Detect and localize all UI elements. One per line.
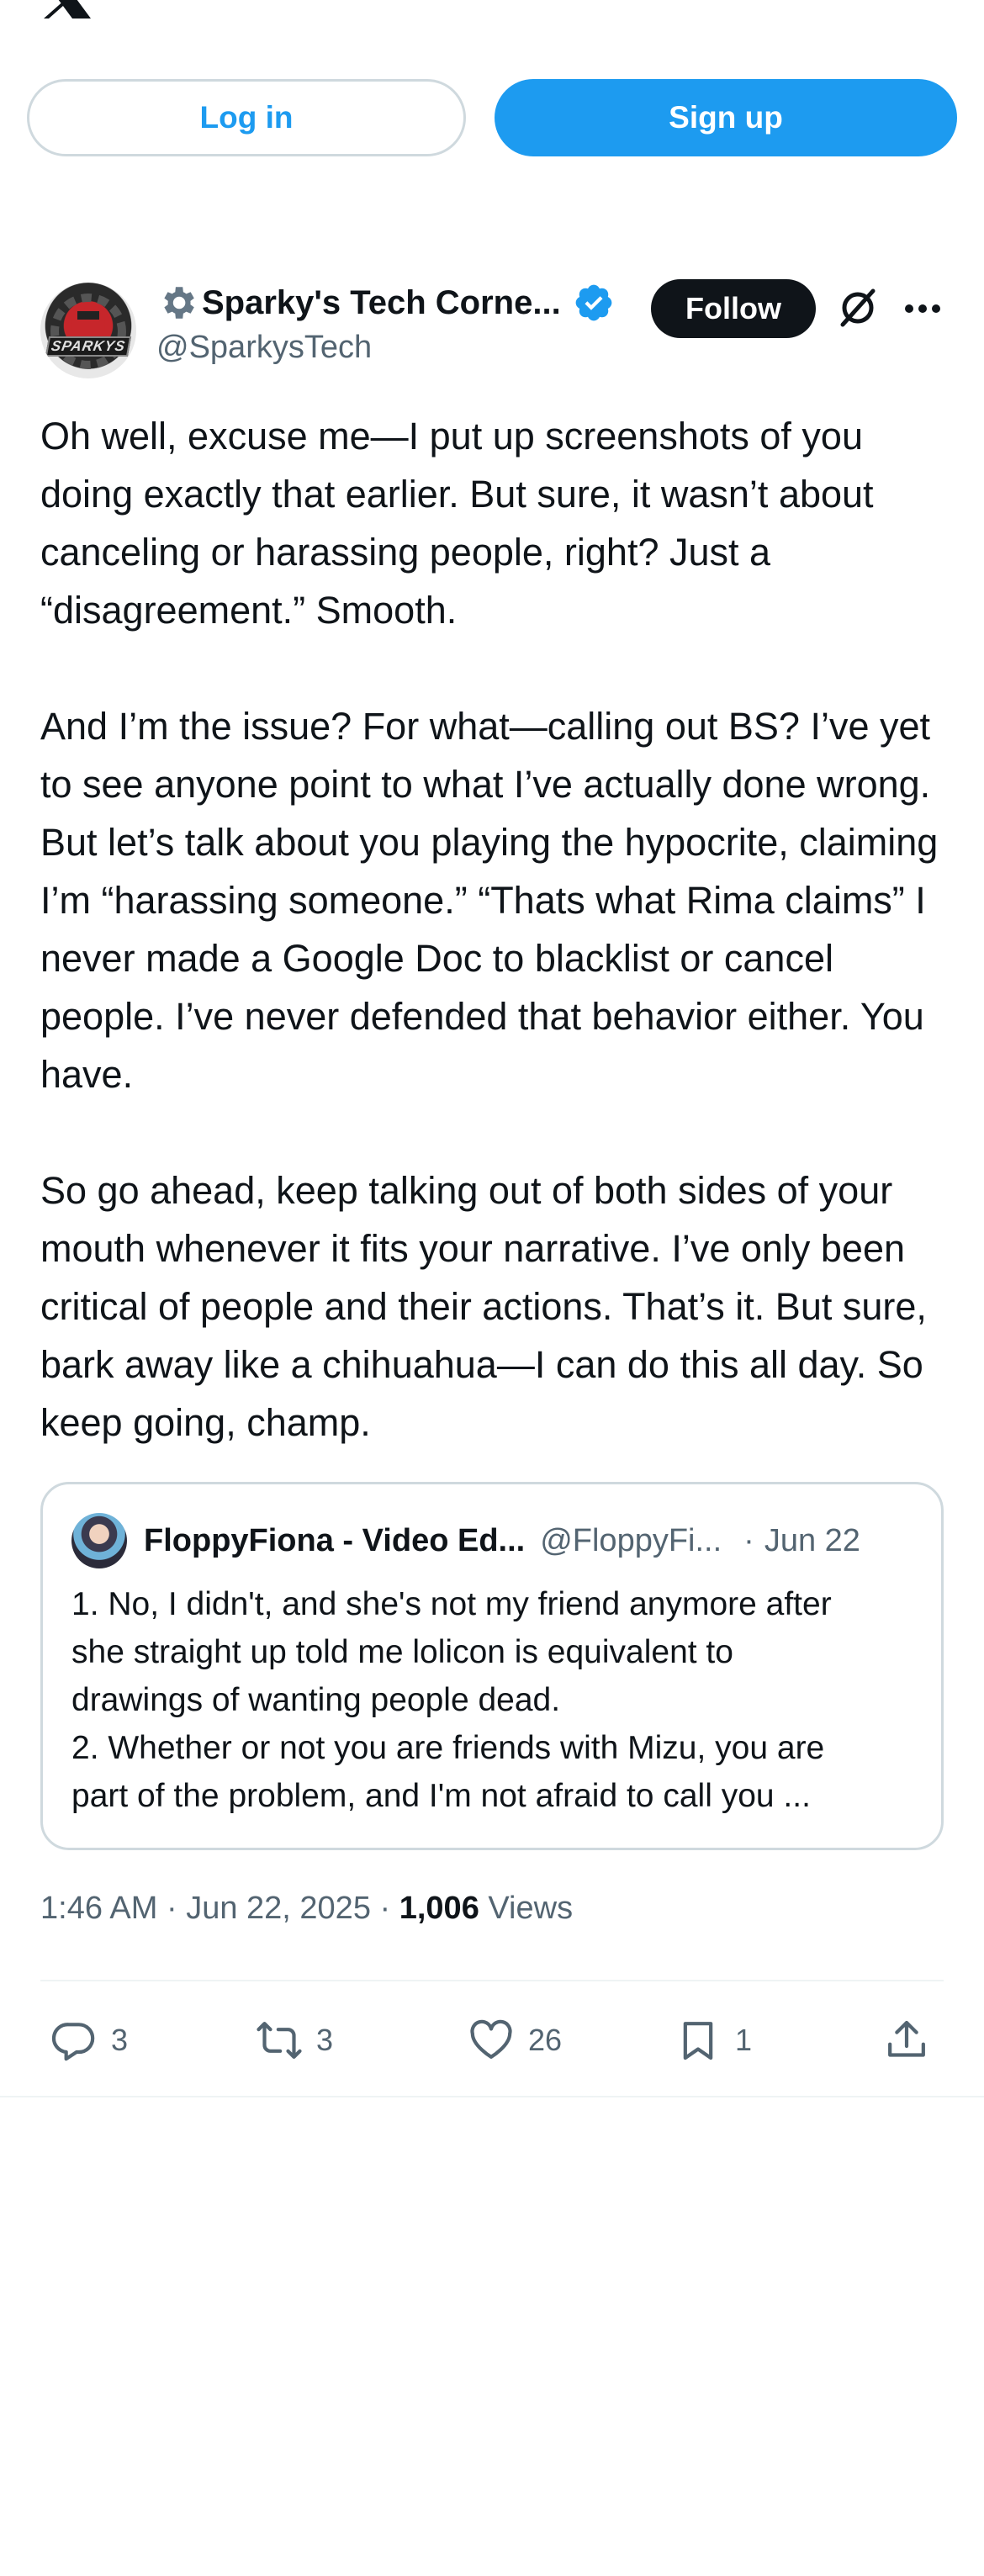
- meta-separator: ·: [157, 1891, 187, 1926]
- quoted-author-avatar: [71, 1513, 127, 1568]
- x-logo-icon[interactable]: [40, 0, 94, 19]
- quoted-tweet-header: FloppyFiona - Video Ed... @FloppyFi... ·…: [71, 1513, 921, 1568]
- quoted-author-handle: @FloppyFi...: [540, 1522, 722, 1558]
- tweet-paragraph: So go ahead, keep talking out of both si…: [40, 1169, 927, 1444]
- quoted-author-name: FloppyFiona - Video Ed...: [144, 1522, 526, 1558]
- grok-icon[interactable]: [836, 286, 880, 330]
- share-button[interactable]: [883, 2005, 930, 2076]
- reply-icon: [51, 2023, 95, 2061]
- repost-count: 3: [316, 2023, 334, 2057]
- avatar-logo-text: SPARKYS: [45, 336, 132, 357]
- bookmark-count: 1: [735, 2023, 753, 2057]
- quoted-date: Jun 22: [764, 1522, 860, 1558]
- like-count: 26: [528, 2023, 563, 2057]
- author-display-name[interactable]: Sparky's Tech Corne...: [202, 284, 561, 322]
- quoted-tweet-text: 1. No, I didn't, and she's not my friend…: [71, 1580, 918, 1820]
- quoted-line: drawings of wanting people dead.: [71, 1682, 561, 1718]
- quoted-tweet[interactable]: FloppyFiona - Video Ed... @FloppyFi... ·…: [40, 1482, 944, 1850]
- quoted-line: 2. Whether or not you are friends with M…: [71, 1730, 825, 1766]
- tweet-meta: 1:46 AM · Jun 22, 2025 · 1,006 Views: [40, 1891, 573, 1927]
- repost-icon: [257, 2022, 302, 2059]
- tweet-paragraph: And I’m the issue? For what—calling out …: [40, 705, 939, 1096]
- bookmark-button[interactable]: 1: [675, 2005, 752, 2076]
- quoted-separator: ·: [743, 1522, 754, 1558]
- repost-button[interactable]: 3: [256, 2005, 333, 2076]
- more-options-icon[interactable]: [903, 296, 942, 321]
- quoted-line: part of the problem, and I'm not afraid …: [71, 1778, 811, 1814]
- auth-bar: Log in Sign up: [27, 79, 957, 156]
- quoted-line: she straight up told me lolicon is equiv…: [71, 1634, 733, 1670]
- tweet-time[interactable]: 1:46 AM: [40, 1891, 157, 1926]
- avatar-gear-graphic: [50, 294, 126, 369]
- tweet-text: Oh well, excuse me—I put up screenshots …: [40, 407, 949, 1452]
- author-handle[interactable]: @SparkysTech: [156, 330, 372, 366]
- views-count: 1,006: [399, 1891, 479, 1926]
- like-button[interactable]: 26: [468, 2005, 562, 2076]
- views-label: Views: [479, 1891, 574, 1926]
- reply-button[interactable]: 3: [50, 2005, 128, 2076]
- heart-icon: [470, 2019, 512, 2059]
- share-icon: [888, 2020, 925, 2057]
- author-name-row[interactable]: Sparky's Tech Corne...: [156, 281, 615, 325]
- divider: [0, 2096, 984, 2097]
- bookmark-icon: [683, 2022, 713, 2060]
- verified-badge-icon: [575, 284, 612, 321]
- login-button[interactable]: Log in: [27, 79, 466, 156]
- tweet-paragraph: Oh well, excuse me—I put up screenshots …: [40, 415, 874, 632]
- signup-button[interactable]: Sign up: [495, 79, 957, 156]
- meta-separator: ·: [370, 1891, 399, 1926]
- divider: [40, 1980, 944, 1981]
- follow-button[interactable]: Follow: [651, 279, 816, 338]
- tweet-date[interactable]: Jun 22, 2025: [186, 1891, 371, 1926]
- gear-icon: [164, 287, 194, 319]
- quoted-line: 1. No, I didn't, and she's not my friend…: [71, 1586, 832, 1622]
- action-bar: 3 3 26 1: [40, 2005, 944, 2076]
- reply-count: 3: [111, 2023, 129, 2057]
- avatar[interactable]: SPARKYS: [40, 283, 136, 378]
